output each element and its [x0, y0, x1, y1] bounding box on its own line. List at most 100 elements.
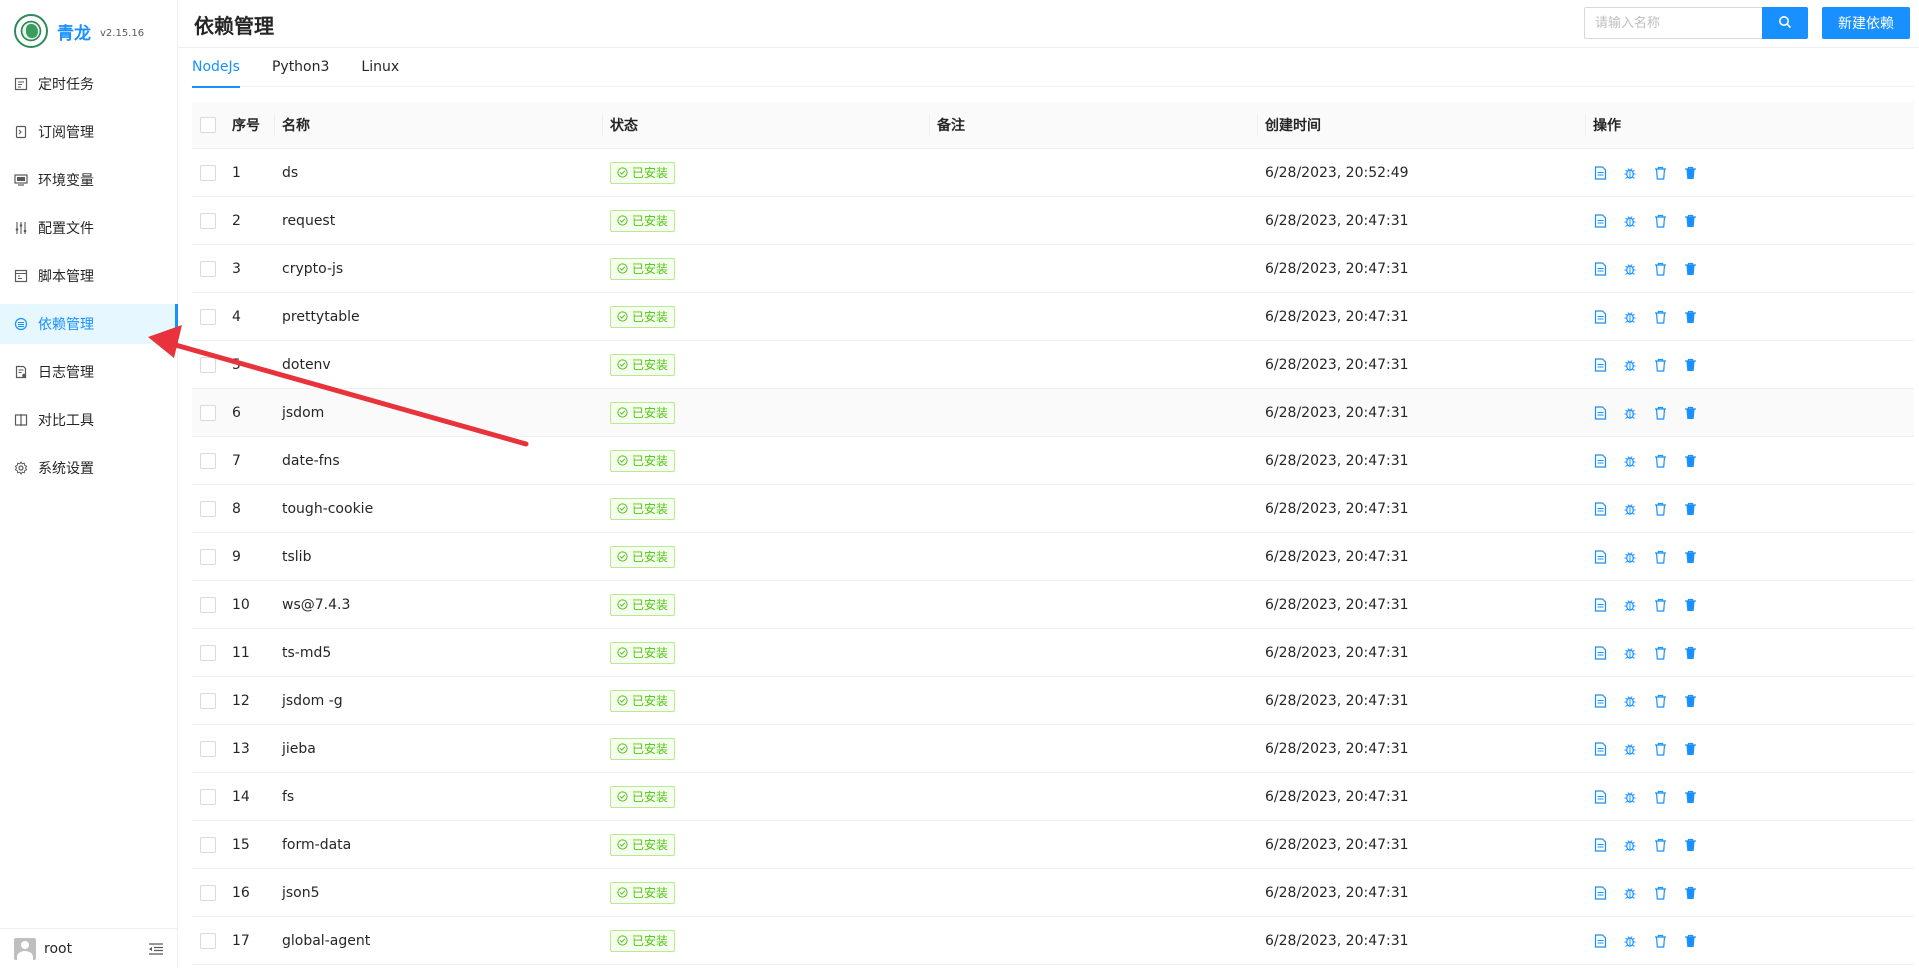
table-row[interactable]: 6 jsdom 已安装 6/28/2023, 20:47:31: [192, 389, 1914, 437]
table-row[interactable]: 11 ts-md5 已安装 6/28/2023, 20:47:31: [192, 629, 1914, 677]
debug-bug-icon[interactable]: [1623, 790, 1637, 804]
delete-filled-icon[interactable]: [1683, 166, 1697, 180]
delete-outline-icon[interactable]: [1653, 406, 1667, 420]
table-row[interactable]: 17 global-agent 已安装 6/28/2023, 20:47:31: [192, 917, 1914, 965]
row-checkbox[interactable]: [200, 308, 216, 325]
delete-outline-icon[interactable]: [1653, 646, 1667, 660]
file-log-icon[interactable]: [1593, 261, 1607, 276]
table-row[interactable]: 13 jieba 已安装 6/28/2023, 20:47:31: [192, 725, 1914, 773]
tab-nodejs[interactable]: NodeJs: [192, 49, 240, 88]
table-row[interactable]: 10 ws@7.4.3 已安装 6/28/2023, 20:47:31: [192, 581, 1914, 629]
debug-bug-icon[interactable]: [1623, 406, 1637, 420]
delete-filled-icon[interactable]: [1683, 838, 1697, 852]
delete-filled-icon[interactable]: [1683, 598, 1697, 612]
row-checkbox[interactable]: [200, 260, 216, 277]
brand[interactable]: 青龙 v2.15.16: [14, 14, 144, 48]
sidebar-item-settings[interactable]: 系统设置: [0, 448, 178, 488]
table-row[interactable]: 4 prettytable 已安装 6/28/2023, 20:47:31: [192, 293, 1914, 341]
delete-outline-icon[interactable]: [1653, 838, 1667, 852]
search-button[interactable]: [1762, 7, 1808, 39]
delete-outline-icon[interactable]: [1653, 790, 1667, 804]
sidebar-item-subscription[interactable]: 订阅管理: [0, 112, 178, 152]
delete-outline-icon[interactable]: [1653, 886, 1667, 900]
row-checkbox[interactable]: [200, 500, 216, 517]
delete-outline-icon[interactable]: [1653, 742, 1667, 756]
debug-bug-icon[interactable]: [1623, 502, 1637, 516]
file-log-icon[interactable]: [1593, 789, 1607, 804]
delete-outline-icon[interactable]: [1653, 550, 1667, 564]
delete-outline-icon[interactable]: [1653, 454, 1667, 468]
search-input[interactable]: [1584, 7, 1762, 39]
file-log-icon[interactable]: [1593, 405, 1607, 420]
row-checkbox[interactable]: [200, 692, 216, 709]
debug-bug-icon[interactable]: [1623, 598, 1637, 612]
debug-bug-icon[interactable]: [1623, 838, 1637, 852]
debug-bug-icon[interactable]: [1623, 214, 1637, 228]
debug-bug-icon[interactable]: [1623, 742, 1637, 756]
file-log-icon[interactable]: [1593, 453, 1607, 468]
file-log-icon[interactable]: [1593, 213, 1607, 228]
delete-filled-icon[interactable]: [1683, 934, 1697, 948]
file-log-icon[interactable]: [1593, 933, 1607, 948]
table-row[interactable]: 15 form-data 已安装 6/28/2023, 20:47:31: [192, 821, 1914, 869]
delete-outline-icon[interactable]: [1653, 694, 1667, 708]
delete-filled-icon[interactable]: [1683, 646, 1697, 660]
delete-outline-icon[interactable]: [1653, 358, 1667, 372]
table-row[interactable]: 1 ds 已安装 6/28/2023, 20:52:49: [192, 149, 1914, 197]
table-row[interactable]: 3 crypto-js 已安装 6/28/2023, 20:47:31: [192, 245, 1914, 293]
delete-outline-icon[interactable]: [1653, 502, 1667, 516]
file-log-icon[interactable]: [1593, 549, 1607, 564]
file-log-icon[interactable]: [1593, 309, 1607, 324]
user-name[interactable]: root: [44, 941, 72, 957]
debug-bug-icon[interactable]: [1623, 886, 1637, 900]
delete-filled-icon[interactable]: [1683, 358, 1697, 372]
file-log-icon[interactable]: [1593, 693, 1607, 708]
debug-bug-icon[interactable]: [1623, 166, 1637, 180]
sidebar-item-cron[interactable]: 定时任务: [0, 64, 178, 104]
row-checkbox[interactable]: [200, 932, 216, 949]
delete-filled-icon[interactable]: [1683, 214, 1697, 228]
delete-filled-icon[interactable]: [1683, 454, 1697, 468]
delete-filled-icon[interactable]: [1683, 742, 1697, 756]
row-checkbox[interactable]: [200, 740, 216, 757]
sidebar-item-config[interactable]: 配置文件: [0, 208, 178, 248]
delete-filled-icon[interactable]: [1683, 550, 1697, 564]
delete-filled-icon[interactable]: [1683, 262, 1697, 276]
sidebar-item-diff[interactable]: 对比工具: [0, 400, 178, 440]
row-checkbox[interactable]: [200, 404, 216, 421]
row-checkbox[interactable]: [200, 644, 216, 661]
row-checkbox[interactable]: [200, 212, 216, 229]
file-log-icon[interactable]: [1593, 837, 1607, 852]
debug-bug-icon[interactable]: [1623, 262, 1637, 276]
file-log-icon[interactable]: [1593, 357, 1607, 372]
debug-bug-icon[interactable]: [1623, 646, 1637, 660]
table-row[interactable]: 5 dotenv 已安装 6/28/2023, 20:47:31: [192, 341, 1914, 389]
delete-outline-icon[interactable]: [1653, 214, 1667, 228]
delete-outline-icon[interactable]: [1653, 310, 1667, 324]
row-checkbox[interactable]: [200, 452, 216, 469]
delete-filled-icon[interactable]: [1683, 790, 1697, 804]
row-checkbox[interactable]: [200, 788, 216, 805]
delete-filled-icon[interactable]: [1683, 886, 1697, 900]
select-all-checkbox[interactable]: [200, 117, 216, 133]
debug-bug-icon[interactable]: [1623, 454, 1637, 468]
tab-linux[interactable]: Linux: [361, 49, 399, 87]
sidebar-item-script[interactable]: 脚本管理: [0, 256, 178, 296]
delete-filled-icon[interactable]: [1683, 310, 1697, 324]
file-log-icon[interactable]: [1593, 885, 1607, 900]
delete-outline-icon[interactable]: [1653, 934, 1667, 948]
file-log-icon[interactable]: [1593, 597, 1607, 612]
row-checkbox[interactable]: [200, 836, 216, 853]
delete-filled-icon[interactable]: [1683, 694, 1697, 708]
table-row[interactable]: 2 request 已安装 6/28/2023, 20:47:31: [192, 197, 1914, 245]
table-row[interactable]: 7 date-fns 已安装 6/28/2023, 20:47:31: [192, 437, 1914, 485]
delete-outline-icon[interactable]: [1653, 598, 1667, 612]
row-checkbox[interactable]: [200, 356, 216, 373]
debug-bug-icon[interactable]: [1623, 358, 1637, 372]
row-checkbox[interactable]: [200, 596, 216, 613]
table-row[interactable]: 14 fs 已安装 6/28/2023, 20:47:31: [192, 773, 1914, 821]
delete-filled-icon[interactable]: [1683, 502, 1697, 516]
tab-python3[interactable]: Python3: [272, 49, 329, 87]
row-checkbox[interactable]: [200, 884, 216, 901]
table-row[interactable]: 9 tslib 已安装 6/28/2023, 20:47:31: [192, 533, 1914, 581]
